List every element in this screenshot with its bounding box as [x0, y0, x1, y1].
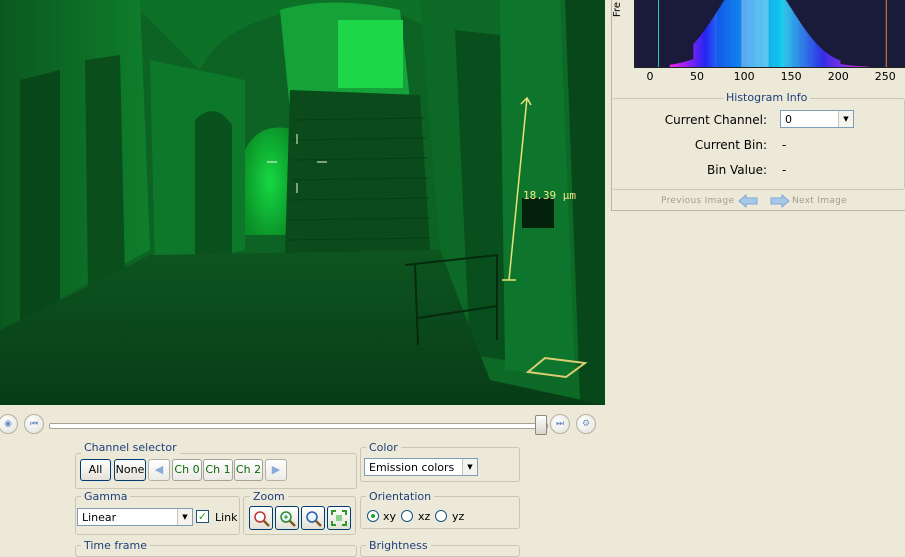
- gamma-value: Linear: [82, 511, 116, 524]
- histogram-tick-label: 200: [828, 70, 849, 83]
- orientation-yz-label: yz: [452, 510, 464, 523]
- zoom-in-icon: [276, 507, 298, 529]
- zoom-reset-button[interactable]: [249, 506, 273, 530]
- triangle-left-icon: ◀: [155, 463, 163, 476]
- last-frame-button[interactable]: ⏭: [550, 414, 570, 434]
- gamma-select[interactable]: Linear ▼: [77, 508, 193, 526]
- play-button[interactable]: ◉: [0, 414, 18, 434]
- first-frame-button[interactable]: ⏮: [24, 414, 44, 434]
- triangle-right-icon: ▶: [272, 463, 280, 476]
- frame-slider-track[interactable]: [49, 423, 548, 429]
- histogram-tick-label: 0: [647, 70, 654, 83]
- arrow-left-icon: [738, 194, 758, 208]
- orientation-yz-radio[interactable]: [435, 510, 447, 522]
- next-image-button[interactable]: [770, 194, 790, 211]
- frame-slider-thumb[interactable]: [535, 415, 547, 435]
- current-bin-value: -: [782, 138, 786, 152]
- channel-0-button[interactable]: Ch 0: [172, 459, 202, 481]
- settings-icon: ⚙: [582, 419, 590, 429]
- orientation-xy-radio[interactable]: [367, 510, 379, 522]
- current-channel-select[interactable]: 0 ▼: [780, 110, 854, 128]
- link-label: Link: [215, 511, 238, 524]
- orientation-xz-label: xz: [418, 510, 430, 523]
- brightness-title: Brightness: [366, 539, 431, 552]
- arrow-right-icon: [770, 194, 790, 208]
- link-checkbox[interactable]: ✓: [196, 510, 209, 523]
- color-title: Color: [366, 441, 401, 454]
- options-button[interactable]: ⚙: [576, 414, 596, 434]
- chevron-down-icon: ▼: [838, 111, 853, 127]
- histogram-tick-label: 250: [875, 70, 896, 83]
- color-mode-select[interactable]: Emission colors ▼: [364, 458, 478, 476]
- previous-image-label[interactable]: Previous Image: [661, 196, 734, 206]
- gamma-title: Gamma: [81, 490, 130, 503]
- current-channel-label: Current Channel:: [612, 113, 767, 127]
- histogram-tick-label: 100: [734, 70, 755, 83]
- histogram-tick-label: 150: [781, 70, 802, 83]
- orientation-title: Orientation: [366, 490, 434, 503]
- time-frame-title: Time frame: [81, 539, 150, 552]
- bin-value-label: Bin Value:: [612, 163, 767, 177]
- zoom-out-button[interactable]: [301, 506, 325, 530]
- bin-value-value: -: [782, 163, 786, 177]
- histogram-info-title: Histogram Info: [723, 91, 810, 104]
- histogram-tick-label: 50: [690, 70, 704, 83]
- histogram-chart: [635, 0, 905, 67]
- image-viewer[interactable]: 18.39 µm: [0, 0, 605, 405]
- histogram-plot[interactable]: [634, 0, 905, 68]
- zoom-fit-button[interactable]: [327, 506, 351, 530]
- histogram-axis-title: Fre: [612, 2, 623, 17]
- channel-2-button[interactable]: Ch 2: [234, 459, 263, 481]
- measurement-label: 18.39 µm: [523, 189, 576, 202]
- zoom-out-icon: [302, 507, 324, 529]
- zoom-fit-icon: [328, 507, 350, 529]
- check-icon: ✓: [198, 510, 207, 523]
- orientation-xy-label: xy: [383, 510, 396, 523]
- channel-1-button[interactable]: Ch 1: [203, 459, 233, 481]
- chevron-down-icon: ▼: [462, 459, 477, 475]
- channel-none-button[interactable]: None: [114, 459, 146, 481]
- chevron-down-icon: ▼: [177, 509, 192, 525]
- current-channel-value: 0: [785, 113, 792, 126]
- skip-back-icon: ⏮: [30, 419, 38, 429]
- orientation-xz-radio[interactable]: [401, 510, 413, 522]
- channel-next-button[interactable]: ▶: [265, 459, 287, 481]
- current-bin-label: Current Bin:: [612, 138, 767, 152]
- color-mode-value: Emission colors: [369, 461, 454, 474]
- zoom-in-button[interactable]: [275, 506, 299, 530]
- zoom-title: Zoom: [250, 490, 288, 503]
- microscopy-image: [0, 0, 605, 405]
- previous-image-button[interactable]: [738, 194, 758, 211]
- channel-selector-title: Channel selector: [81, 441, 180, 454]
- zoom-reset-icon: [250, 507, 272, 529]
- channel-prev-button[interactable]: ◀: [148, 459, 170, 481]
- play-icon: ◉: [4, 419, 12, 429]
- channel-all-button[interactable]: All: [80, 459, 111, 481]
- histogram-panel: Fre 0 50 100 150 200 250 Histogram Info Curre…: [611, 0, 905, 211]
- next-image-label[interactable]: Next Image: [792, 196, 847, 206]
- skip-forward-icon: ⏭: [556, 419, 564, 429]
